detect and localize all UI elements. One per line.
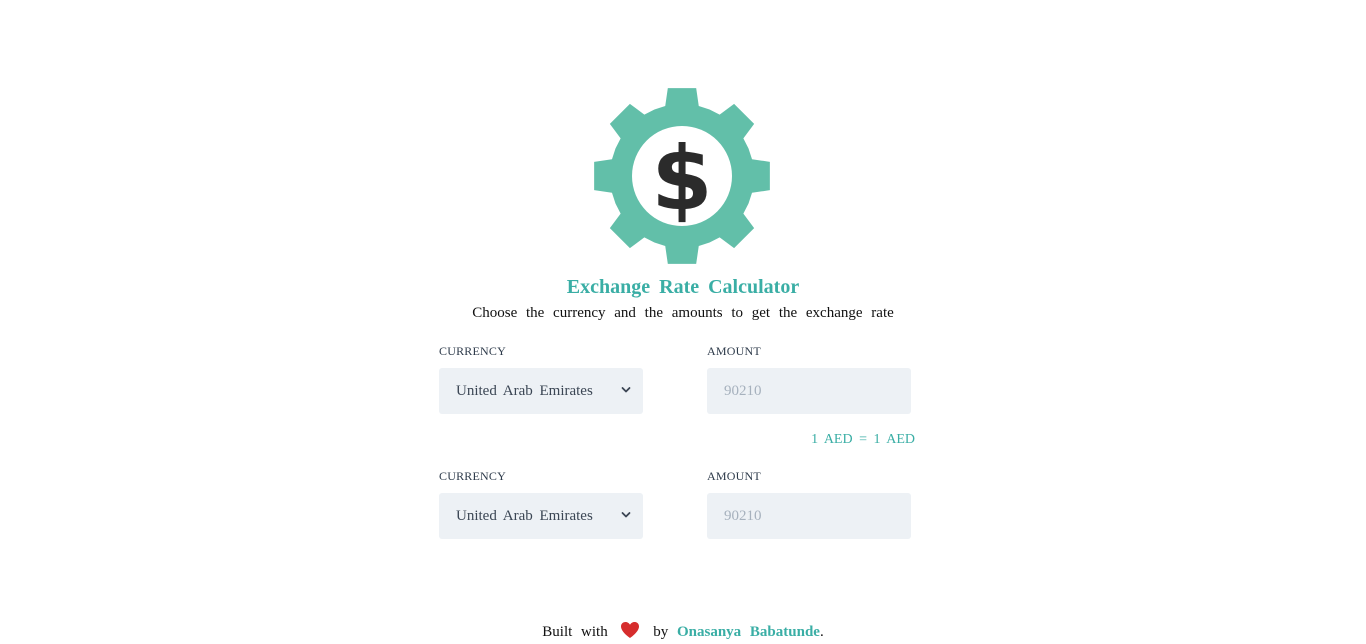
author-link[interactable]: Onasanya Babatunde: [677, 624, 820, 640]
chevron-down-icon: [621, 387, 631, 393]
to-currency-label: CURRENCY: [439, 469, 506, 483]
gear-shape: $: [594, 88, 770, 264]
page-title: Exchange Rate Calculator: [566, 276, 800, 298]
to-currency-select[interactable]: United Arab Emirates: [439, 493, 643, 539]
chevron-down-icon: [621, 512, 631, 518]
to-amount-input[interactable]: [707, 493, 911, 539]
from-amount-input[interactable]: [707, 368, 911, 414]
from-currency-select[interactable]: United Arab Emirates: [439, 368, 643, 414]
dollar-icon: $: [651, 127, 712, 230]
to-amount-label: AMOUNT: [707, 469, 761, 483]
to-currency-value: United Arab Emirates: [456, 507, 593, 524]
from-currency-value: United Arab Emirates: [456, 382, 593, 399]
heart-icon: [621, 622, 640, 638]
exchange-rate-text: 1 AED = 1 AED: [811, 432, 915, 447]
footer-built-with: Built with: [542, 624, 608, 640]
footer-by: by: [653, 624, 669, 640]
from-currency-label: CURRENCY: [439, 344, 506, 358]
page-subtitle: Choose the currency and the amounts to g…: [472, 305, 894, 321]
footer-period: .: [819, 624, 824, 640]
from-amount-label: AMOUNT: [707, 344, 761, 358]
gear-dollar-icon: $: [593, 87, 771, 265]
footer: Built with by Onasanya Babatunde.: [0, 621, 1366, 641]
